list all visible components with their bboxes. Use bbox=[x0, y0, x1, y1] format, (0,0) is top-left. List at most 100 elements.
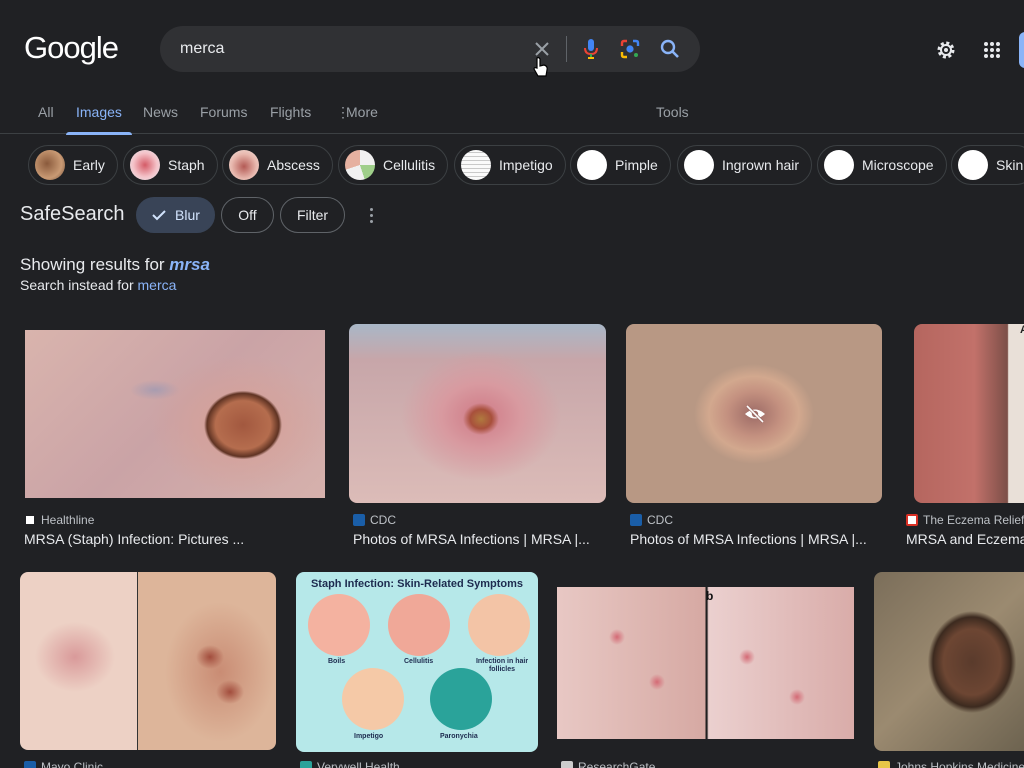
search-input[interactable] bbox=[180, 37, 520, 61]
safesearch-off-button[interactable]: Off bbox=[221, 197, 274, 233]
chip-label: Skin bbox=[996, 157, 1024, 173]
panel-label: b bbox=[706, 589, 714, 603]
microphone-icon[interactable] bbox=[579, 37, 603, 61]
infographic-thumbnail[interactable]: Staph Infection: Skin-Related Symptoms B… bbox=[296, 572, 538, 752]
chip-ingrown-hair[interactable]: Ingrown hair bbox=[677, 145, 813, 185]
settings-gear-icon[interactable] bbox=[934, 38, 958, 62]
mayo-favicon bbox=[24, 761, 36, 768]
chip-skin[interactable]: Skin bbox=[951, 145, 1024, 185]
safesearch-filter-button[interactable]: Filter bbox=[280, 197, 345, 233]
hair-follicle-illustration bbox=[468, 594, 530, 656]
boils-illustration bbox=[308, 594, 370, 656]
hopkins-favicon bbox=[878, 761, 890, 768]
original-query-link[interactable]: merca bbox=[138, 277, 177, 293]
source-name: ResearchGate bbox=[578, 760, 656, 768]
chip-thumbnail bbox=[35, 150, 65, 180]
chip-early[interactable]: Early bbox=[28, 145, 118, 185]
showing-prefix: Showing results for bbox=[20, 255, 170, 274]
chip-label: Microscope bbox=[862, 157, 934, 173]
header: Google bbox=[0, 0, 1024, 96]
result-source[interactable]: ResearchGate bbox=[561, 760, 655, 768]
tab-more-label: More bbox=[346, 104, 378, 120]
result-source[interactable]: Verywell Health bbox=[300, 760, 400, 768]
image-result[interactable]: Healthline MRSA (Staph) Infection: Pictu… bbox=[20, 324, 330, 554]
infographic-label: Cellulitis bbox=[404, 658, 434, 665]
image-result[interactable]: Johns Hopkins Medicine bbox=[874, 572, 1024, 768]
chip-impetigo[interactable]: Impetigo bbox=[454, 145, 566, 185]
chip-thumbnail bbox=[229, 150, 259, 180]
source-name: Verywell Health bbox=[317, 760, 400, 768]
image-result[interactable]: Staph Infection: Skin-Related Symptoms B… bbox=[296, 572, 541, 768]
tab-all[interactable]: All bbox=[38, 104, 54, 134]
corrected-query-link[interactable]: mrsa bbox=[169, 255, 210, 274]
cdc-favicon bbox=[353, 514, 365, 526]
source-name: CDC bbox=[370, 513, 396, 527]
image-result[interactable]: CDC Photos of MRSA Infections | MRSA |..… bbox=[349, 324, 609, 554]
hand-cursor-icon bbox=[532, 56, 550, 83]
lens-icon[interactable] bbox=[618, 37, 642, 61]
safesearch-more-icon[interactable] bbox=[361, 205, 381, 225]
result-title[interactable]: Photos of MRSA Infections | MRSA |... bbox=[630, 531, 882, 547]
google-logo[interactable]: Google bbox=[24, 30, 119, 66]
instead-prefix: Search instead for bbox=[20, 277, 138, 293]
chip-label: Ingrown hair bbox=[722, 157, 800, 173]
result-source[interactable]: Johns Hopkins Medicine bbox=[878, 760, 1024, 768]
result-thumbnail[interactable] bbox=[25, 330, 325, 498]
checkmark-icon bbox=[152, 210, 166, 221]
chip-label: Staph bbox=[168, 157, 205, 173]
safesearch-blur-button[interactable]: Blur bbox=[136, 197, 215, 233]
chip-label: Early bbox=[73, 157, 105, 173]
chip-thumbnail bbox=[684, 150, 714, 180]
image-result[interactable]: CDC Photos of MRSA Infections | MRSA |..… bbox=[626, 324, 886, 554]
search-icon[interactable] bbox=[658, 37, 682, 61]
search-tabs: All Images News Forums Flights ⋮More Too… bbox=[0, 96, 1024, 135]
tab-images[interactable]: Images bbox=[66, 104, 132, 135]
researchgate-favicon bbox=[561, 761, 573, 768]
chip-thumbnail bbox=[824, 150, 854, 180]
tab-news[interactable]: News bbox=[143, 104, 178, 134]
image-result[interactable]: Af The Eczema Relief MRSA and Eczema bbox=[906, 324, 1024, 554]
safesearch-label: SafeSearch bbox=[20, 203, 125, 225]
chip-label: Abscess bbox=[267, 157, 320, 173]
tab-tools[interactable]: Tools bbox=[656, 104, 689, 134]
image-result[interactable]: b ResearchGate bbox=[557, 572, 857, 768]
source-name: The Eczema Relief bbox=[923, 513, 1024, 527]
chip-staph[interactable]: Staph bbox=[123, 145, 218, 185]
chip-microscope[interactable]: Microscope bbox=[817, 145, 947, 185]
source-name: Mayo Clinic bbox=[41, 760, 104, 768]
cellulitis-illustration bbox=[388, 594, 450, 656]
chip-thumbnail bbox=[130, 150, 160, 180]
image-result[interactable]: Mayo Clinic bbox=[20, 572, 280, 768]
result-thumbnail[interactable]: b bbox=[557, 587, 854, 739]
infographic-label: Boils bbox=[328, 658, 346, 665]
result-thumbnail[interactable] bbox=[874, 572, 1024, 751]
search-instead-text: Search instead for merca bbox=[20, 277, 176, 293]
tab-flights[interactable]: Flights bbox=[270, 104, 311, 134]
chip-pimple[interactable]: Pimple bbox=[570, 145, 671, 185]
result-title[interactable]: MRSA and Eczema bbox=[906, 531, 1024, 547]
sign-in-button[interactable] bbox=[1019, 32, 1024, 68]
result-title[interactable]: MRSA (Staph) Infection: Pictures ... bbox=[24, 531, 324, 547]
result-source[interactable]: CDC bbox=[630, 513, 673, 527]
result-title[interactable]: Photos of MRSA Infections | MRSA |... bbox=[353, 531, 605, 547]
chip-cellulitis[interactable]: Cellulitis bbox=[338, 145, 449, 185]
result-thumbnail[interactable] bbox=[20, 572, 276, 750]
result-thumbnail[interactable]: Af bbox=[914, 324, 1024, 503]
result-source[interactable]: Healthline bbox=[24, 513, 94, 527]
result-source[interactable]: CDC bbox=[353, 513, 396, 527]
tab-forums[interactable]: Forums bbox=[200, 104, 247, 134]
result-thumbnail-blurred[interactable] bbox=[626, 324, 882, 503]
apps-grid-icon[interactable] bbox=[980, 38, 1004, 62]
blurred-eye-icon[interactable] bbox=[744, 404, 766, 429]
tab-more[interactable]: ⋮More bbox=[336, 104, 378, 134]
chip-label: Impetigo bbox=[499, 157, 553, 173]
healthline-favicon bbox=[24, 514, 36, 526]
search-box[interactable] bbox=[160, 26, 700, 77]
result-source[interactable]: Mayo Clinic bbox=[24, 760, 103, 768]
chip-label: Cellulitis bbox=[383, 157, 436, 173]
result-source[interactable]: The Eczema Relief bbox=[906, 513, 1024, 527]
result-thumbnail[interactable] bbox=[349, 324, 606, 503]
chip-abscess[interactable]: Abscess bbox=[222, 145, 333, 185]
source-name: CDC bbox=[647, 513, 673, 527]
chip-thumbnail bbox=[577, 150, 607, 180]
